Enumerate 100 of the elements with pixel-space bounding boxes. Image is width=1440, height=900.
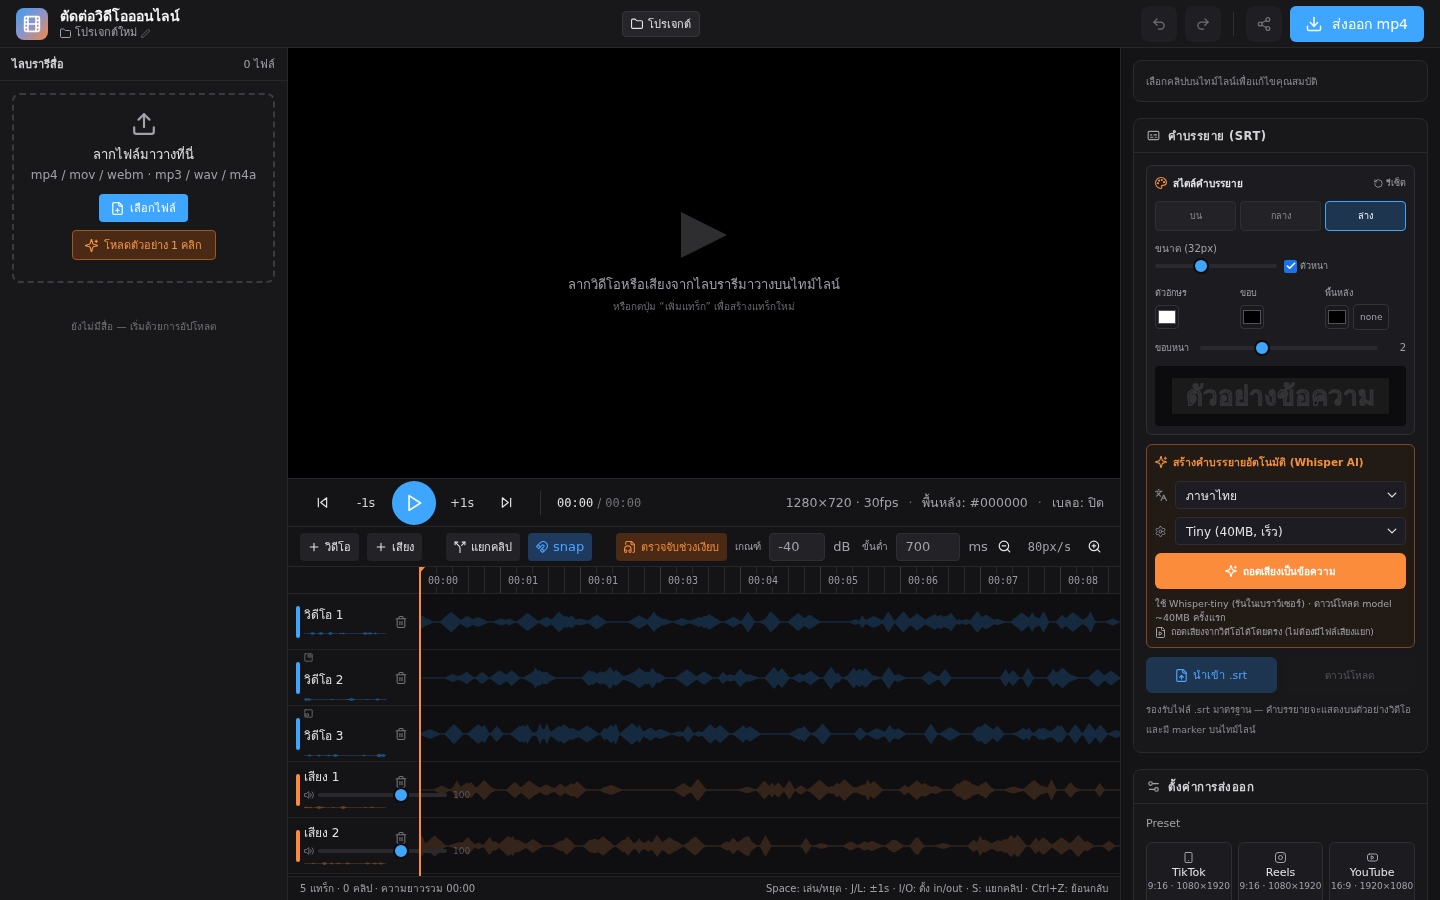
reset-button[interactable]: รีเซ็ต [1374, 176, 1406, 190]
trash-icon [395, 832, 407, 844]
upload-icon [131, 112, 156, 136]
position-option[interactable]: ล่าง [1325, 201, 1406, 231]
minimum-input[interactable]: 700 [896, 532, 961, 561]
video-note: ถอดเสียงจากวิดีโอได้โดยตรง (ไม่ต้องมีไฟล์เสียงแยก) [1171, 626, 1374, 639]
threshold-input[interactable]: -40 [769, 532, 826, 561]
track-name: เสียง 1 [304, 768, 341, 785]
track-name: วิดีโอ 2 [304, 672, 345, 689]
time-tick: 00:07 [987, 574, 1020, 587]
volume-reading: 100 [453, 845, 471, 856]
slider-thumb[interactable] [1193, 258, 1210, 274]
preset-label: Preset [1146, 816, 1182, 832]
color-label: ตัวอักษร [1155, 287, 1188, 300]
preset-option[interactable]: YouTube 16:9 · 1920×1080 [1329, 842, 1415, 900]
track-color-bar [296, 605, 300, 638]
time-tick: 00:03 [667, 574, 700, 587]
preset-option[interactable]: Reels 9:16 · 1080×1920 [1237, 842, 1324, 900]
color-label: ขอบ [1240, 287, 1258, 300]
preview-message: ลากวิดีโอหรือเสียงจากไลบรารีมาวางบนไทม์ไลน์ [568, 276, 840, 294]
play-icon [681, 212, 727, 258]
whisper-note: ใช้ Whisper-tiny (รันในเบราว์เซอร์) · ดาวน์โหลด model ~40MB ครั้งแรก [1155, 597, 1393, 625]
position-option[interactable]: บน [1155, 201, 1236, 231]
video-info: 1280×720 · 30fps [785, 495, 899, 510]
model-select[interactable]: Tiny (40MB, เร็ว) [1175, 517, 1406, 545]
outline-reading: 2 [1399, 341, 1406, 355]
position-option[interactable]: กลาง [1240, 201, 1321, 231]
zoom-level: 80px/s [1027, 539, 1072, 554]
preview-hint: หรือกดปุ่ม “เพิ่มแทร็ก” เพื่อสร้างแทร็กใหม่ [613, 300, 795, 314]
track-color-bar [296, 717, 300, 750]
track-name: เสียง 2 [304, 824, 341, 841]
format-list: mp4 / mov / webm · mp3 / wav / m4a [30, 167, 257, 183]
srt-help: รองรับไฟล์ .srt มาตรฐาน — คำบรรยายจะแสดงบนตัวอย่างวิดีโอและมี marker บนไทม์ไลน์ [1146, 703, 1413, 737]
track-name: วิดีโอ 3 [304, 728, 345, 745]
playhead[interactable] [419, 567, 425, 876]
subtitles-title: คำบรรยาย (SRT) [1168, 127, 1267, 145]
color-picker[interactable] [1240, 305, 1264, 329]
time-tick: 00:04 [747, 574, 780, 587]
trash-icon [395, 776, 407, 788]
snap-toggle[interactable]: snap [528, 532, 593, 561]
back-button[interactable]: -1s [352, 488, 380, 517]
detect-silence-button[interactable]: ตรวจจับช่วงเงียบ [616, 532, 728, 561]
track-color-bar [296, 829, 300, 862]
empty-message: ยังไม่มีสื่อ — เริ่มด้วยการอัปโหลด [71, 319, 216, 334]
play-icon [405, 493, 423, 512]
none-button[interactable]: none [1353, 304, 1390, 330]
time-separator: / [597, 495, 602, 510]
language-select[interactable]: ภาษาไทย [1175, 481, 1406, 509]
app-title: ตัดต่อวิดีโอออนไลน์ [60, 7, 180, 25]
add-audio-button[interactable]: เสียง [367, 532, 422, 561]
file-plus-icon [111, 201, 124, 215]
load-sample-button[interactable]: โหลดตัวอย่าง 1 คลิก [71, 230, 216, 260]
video-info: พื้นหลัง: #000000 [922, 492, 1028, 512]
reset-icon [1374, 178, 1383, 188]
zoom-out-icon [998, 540, 1012, 553]
plus-icon [308, 540, 320, 553]
slider-thumb[interactable] [1254, 340, 1271, 356]
track-name: วิดีโอ 1 [304, 606, 345, 623]
current-time: 00:00 [557, 495, 594, 510]
status-summary: 5 แทร็ก · 0 คลิป · ความยาวรวม 00:00 [300, 881, 476, 896]
forward-button[interactable]: +1s [448, 488, 476, 517]
preset-option[interactable]: TikTok 9:16 · 1080×1920 [1146, 842, 1232, 900]
video-play-icon [1366, 852, 1378, 863]
export-title: ตั้งค่าการส่งออก [1168, 777, 1254, 796]
time-tick: 00:01 [587, 574, 620, 587]
zoom-in-icon [1087, 540, 1101, 553]
library-title: ไลบรารีสื่อ [12, 55, 64, 73]
slider-thumb[interactable] [392, 786, 409, 803]
time-tick: 00:00 [427, 574, 460, 587]
whisper-title: สร้างคำบรรยายอัตโนมัติ (Whisper AI) [1173, 454, 1364, 470]
info-separator: · [908, 495, 913, 510]
projects-button[interactable]: โปรเจกต์ [622, 10, 700, 37]
import-srt-button[interactable]: นำเข้า .srt [1146, 657, 1277, 693]
folder-icon [60, 27, 71, 39]
magnet-icon [536, 540, 548, 553]
slider-thumb[interactable] [392, 842, 409, 859]
drop-title: ลากไฟล์มาวางที่นี่ [93, 146, 194, 164]
share-button[interactable] [1246, 5, 1283, 42]
shortcut-hints: Space: เล่น/หยุด · J/L: ±1s · I/O: ตั้ง in/out · S: แยกคลิป · Ctrl+Z: ย้อนกลับ [766, 881, 1108, 896]
skip-back-icon [315, 496, 329, 509]
color-picker[interactable] [1155, 305, 1179, 329]
time-tick: 00:08 [1067, 574, 1100, 587]
speaker-icon [304, 789, 314, 800]
play-button[interactable] [392, 480, 436, 525]
add-video-button[interactable]: วิดีโอ [300, 532, 359, 561]
split-clip-button[interactable]: แยกคลิป [446, 532, 520, 561]
sliders-icon [1147, 780, 1160, 793]
file-video-icon [1155, 626, 1166, 638]
undo-icon [1152, 16, 1167, 31]
drop-zone[interactable]: ลากไฟล์มาวางที่นี่ mp4 / mov / webm · mp3 / wav / m4a เลือกไฟล์ โหลดตัวอย่าง 1 คลิก [12, 93, 275, 283]
project-name[interactable]: โปรเจกต์ใหม่ [75, 26, 137, 40]
bold-checkbox[interactable] [1284, 259, 1297, 273]
film-icon [16, 7, 48, 40]
time-tick: 00:06 [907, 574, 940, 587]
threshold-unit: dB [833, 539, 851, 554]
color-picker[interactable] [1325, 305, 1349, 329]
plus-icon [375, 540, 387, 553]
share-icon [1257, 16, 1272, 31]
duration: 00:00 [605, 495, 642, 510]
subtitles-icon [1147, 129, 1160, 142]
